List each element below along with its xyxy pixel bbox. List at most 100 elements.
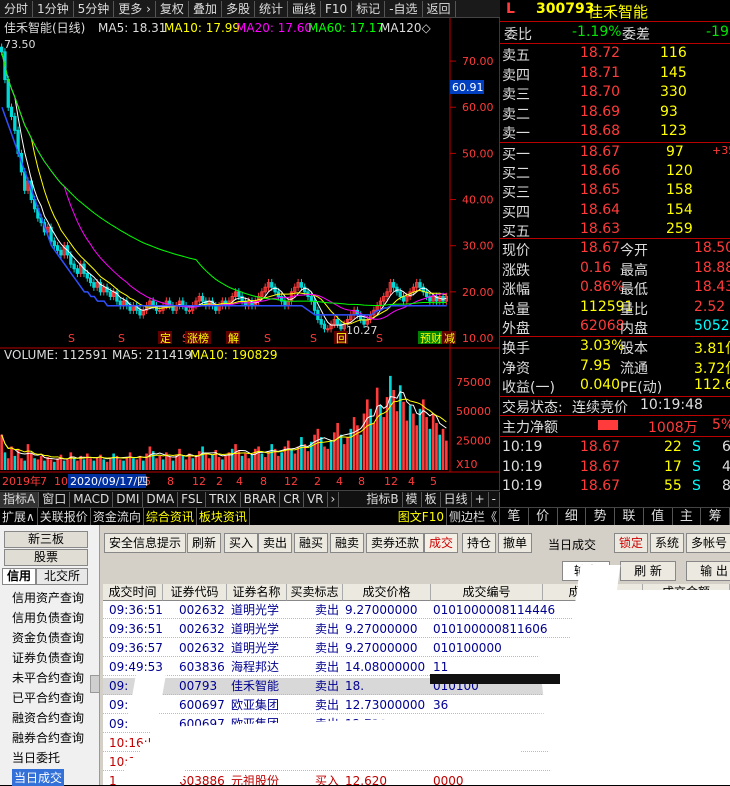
toolbar-item[interactable]: 叠加 xyxy=(189,0,222,17)
tree-item[interactable]: 当日成交 xyxy=(12,769,65,786)
toolbar-item[interactable]: 5分钟 xyxy=(74,0,115,17)
tree-item[interactable]: 融资合约查询 xyxy=(12,709,84,726)
indicator-tab[interactable]: 指标A xyxy=(0,491,40,507)
quote-tab[interactable]: 主 xyxy=(673,508,702,525)
info-tab[interactable]: 扩展∧ xyxy=(0,508,38,525)
indicator-tab[interactable]: DMI xyxy=(113,491,144,507)
event-marker[interactable]: S xyxy=(376,332,383,345)
info-tab[interactable]: 板块资讯 xyxy=(197,508,250,525)
event-marker[interactable]: S xyxy=(310,332,317,345)
volume-bar xyxy=(313,434,316,470)
info-tab[interactable]: 图文F10 xyxy=(396,508,447,525)
event-marker[interactable]: 定 xyxy=(160,331,171,345)
ask-label: 卖四 xyxy=(502,67,530,84)
indicator-tab[interactable]: BRAR xyxy=(241,491,281,507)
event-marker[interactable]: S xyxy=(264,332,271,345)
quote-header: L 300793 佳禾智能 xyxy=(500,0,730,21)
tree-group-button[interactable]: 股票 xyxy=(4,549,88,566)
event-marker[interactable]: S xyxy=(118,332,125,345)
event-marker[interactable]: 减 xyxy=(444,332,455,345)
indicator-tab[interactable]: CR xyxy=(280,491,304,507)
trade-toolbar-button[interactable]: 刷新 xyxy=(187,533,222,553)
toolbar-item[interactable]: 更多 › xyxy=(114,0,156,17)
indicator-tab[interactable]: › xyxy=(328,491,340,507)
grid-column-header[interactable]: 成交时间 xyxy=(103,584,163,601)
quote-tab[interactable]: 势 xyxy=(586,508,615,525)
toolbar-item[interactable]: 多股 xyxy=(222,0,255,17)
tree-item[interactable]: 未平合约查询 xyxy=(12,669,84,686)
x-axis-label: 5 xyxy=(430,475,437,488)
quote-tab[interactable]: 笔 xyxy=(500,508,529,525)
tree-item[interactable]: 信用资产查询 xyxy=(12,589,84,606)
kline-chart[interactable]: 佳禾智能(日线) MA5: 18.31 MA10: 17.99 MA20: 17… xyxy=(0,18,500,490)
indicator-tab[interactable]: TRIX xyxy=(206,491,241,507)
tree-item[interactable]: 当日委托 xyxy=(12,749,60,766)
trade-toolbar-button[interactable]: 安全信息提示 xyxy=(104,533,187,553)
event-marker[interactable]: 解 xyxy=(228,331,239,345)
trade-toolbar-button[interactable]: 撤单 xyxy=(498,533,533,553)
tree-item[interactable]: 已平合约查询 xyxy=(12,689,84,706)
chart-svg[interactable]: 佳禾智能(日线) MA5: 18.31 MA10: 17.99 MA20: 17… xyxy=(0,18,500,490)
grid-column-header[interactable]: 买卖标志 xyxy=(287,584,343,601)
grid-column-header[interactable]: 证券代码 xyxy=(163,584,227,601)
toolbar-item[interactable]: 返回 xyxy=(423,0,456,17)
quote-tab[interactable]: 筹 xyxy=(701,508,730,525)
tree-item[interactable]: 证券负债查询 xyxy=(12,649,84,666)
indicator-tab[interactable]: DMA xyxy=(143,491,179,507)
indicator-tab[interactable]: 板 xyxy=(422,491,441,507)
event-marker[interactable]: 预财 xyxy=(420,331,442,345)
trade-right-button[interactable]: 多帐号 xyxy=(686,533,730,553)
toolbar-item[interactable]: 标记 xyxy=(352,0,386,17)
indicator-tab[interactable]: VR xyxy=(304,491,328,507)
weibi-row: 委比 -1.19% 委差 -19 xyxy=(500,23,730,43)
indicator-tab[interactable]: 日线 xyxy=(441,491,472,507)
indicator-tab[interactable]: MACD xyxy=(70,491,114,507)
trade-right-button[interactable]: 锁定 xyxy=(614,533,649,553)
tree-scrollbar[interactable] xyxy=(90,675,100,693)
trade-toolbar-button[interactable]: 融卖 xyxy=(330,533,365,553)
toolbar-item[interactable]: 统计 xyxy=(255,0,288,17)
indicator-tab[interactable]: 模 xyxy=(403,491,422,507)
quote-tab[interactable]: 联 xyxy=(615,508,644,525)
toolbar-item[interactable]: -自选 xyxy=(385,0,423,17)
info-tab[interactable]: 关联报价 xyxy=(38,508,91,525)
quote-tab[interactable]: 价 xyxy=(529,508,558,525)
tree-group-button[interactable]: 新三板 xyxy=(4,531,88,548)
info-tab[interactable]: 综合资讯 xyxy=(144,508,197,525)
grid-column-header[interactable]: 证券名称 xyxy=(227,584,287,601)
trade-toolbar-button[interactable]: 卖出 xyxy=(258,533,293,553)
trade-toolbar-button[interactable]: 卖券还款 xyxy=(366,533,425,553)
indicator-tab[interactable]: - xyxy=(489,491,500,507)
toolbar-item[interactable]: 复权 xyxy=(156,0,189,17)
grid-column-header[interactable]: 成交编号 xyxy=(431,584,543,601)
tree-item[interactable]: 信用负债查询 xyxy=(12,609,84,626)
trade-right-button[interactable]: 系统 xyxy=(650,533,685,553)
toolbar-item[interactable]: F10 xyxy=(321,0,353,17)
trade-toolbar-button[interactable]: 成交 xyxy=(424,533,459,553)
grid-action-button[interactable]: 输 出 xyxy=(686,561,730,581)
indicator-tab[interactable]: + xyxy=(472,491,489,507)
info-tab[interactable]: 侧边栏《 xyxy=(447,508,500,525)
quote-tab[interactable]: 值 xyxy=(644,508,673,525)
info-tab[interactable]: 资金流向 xyxy=(91,508,144,525)
tree-tab-bse[interactable]: 北交所 xyxy=(36,568,88,585)
trade-toolbar-button[interactable]: 买入 xyxy=(224,533,259,553)
trade-toolbar-button[interactable]: 持仓 xyxy=(462,533,497,553)
quote-tab[interactable]: 细 xyxy=(558,508,587,525)
indicator-tab[interactable]: FSL xyxy=(178,491,207,507)
event-marker[interactable]: S xyxy=(68,332,75,345)
tree-tab-credit[interactable]: 信用 xyxy=(2,568,36,585)
toolbar-item[interactable]: 1分钟 xyxy=(33,0,74,17)
tree-item[interactable]: 资金负债查询 xyxy=(12,629,84,646)
tree-item[interactable]: 融券合约查询 xyxy=(12,729,84,746)
grid-column-header[interactable]: 成交价格 xyxy=(343,584,431,601)
event-marker[interactable]: 回 xyxy=(336,332,347,345)
indicator-tab[interactable]: 窗口 xyxy=(39,491,71,507)
trade-toolbar-button[interactable]: 融买 xyxy=(294,533,329,553)
event-marker[interactable]: 涨榜 xyxy=(187,331,209,345)
toolbar-item[interactable]: 画线 xyxy=(288,0,321,17)
grid-action-button[interactable]: 刷 新 xyxy=(620,561,676,581)
volume-bar xyxy=(85,453,89,470)
toolbar-item[interactable]: 分时 xyxy=(0,0,34,17)
indicator-tab[interactable]: 指标B xyxy=(363,491,403,507)
